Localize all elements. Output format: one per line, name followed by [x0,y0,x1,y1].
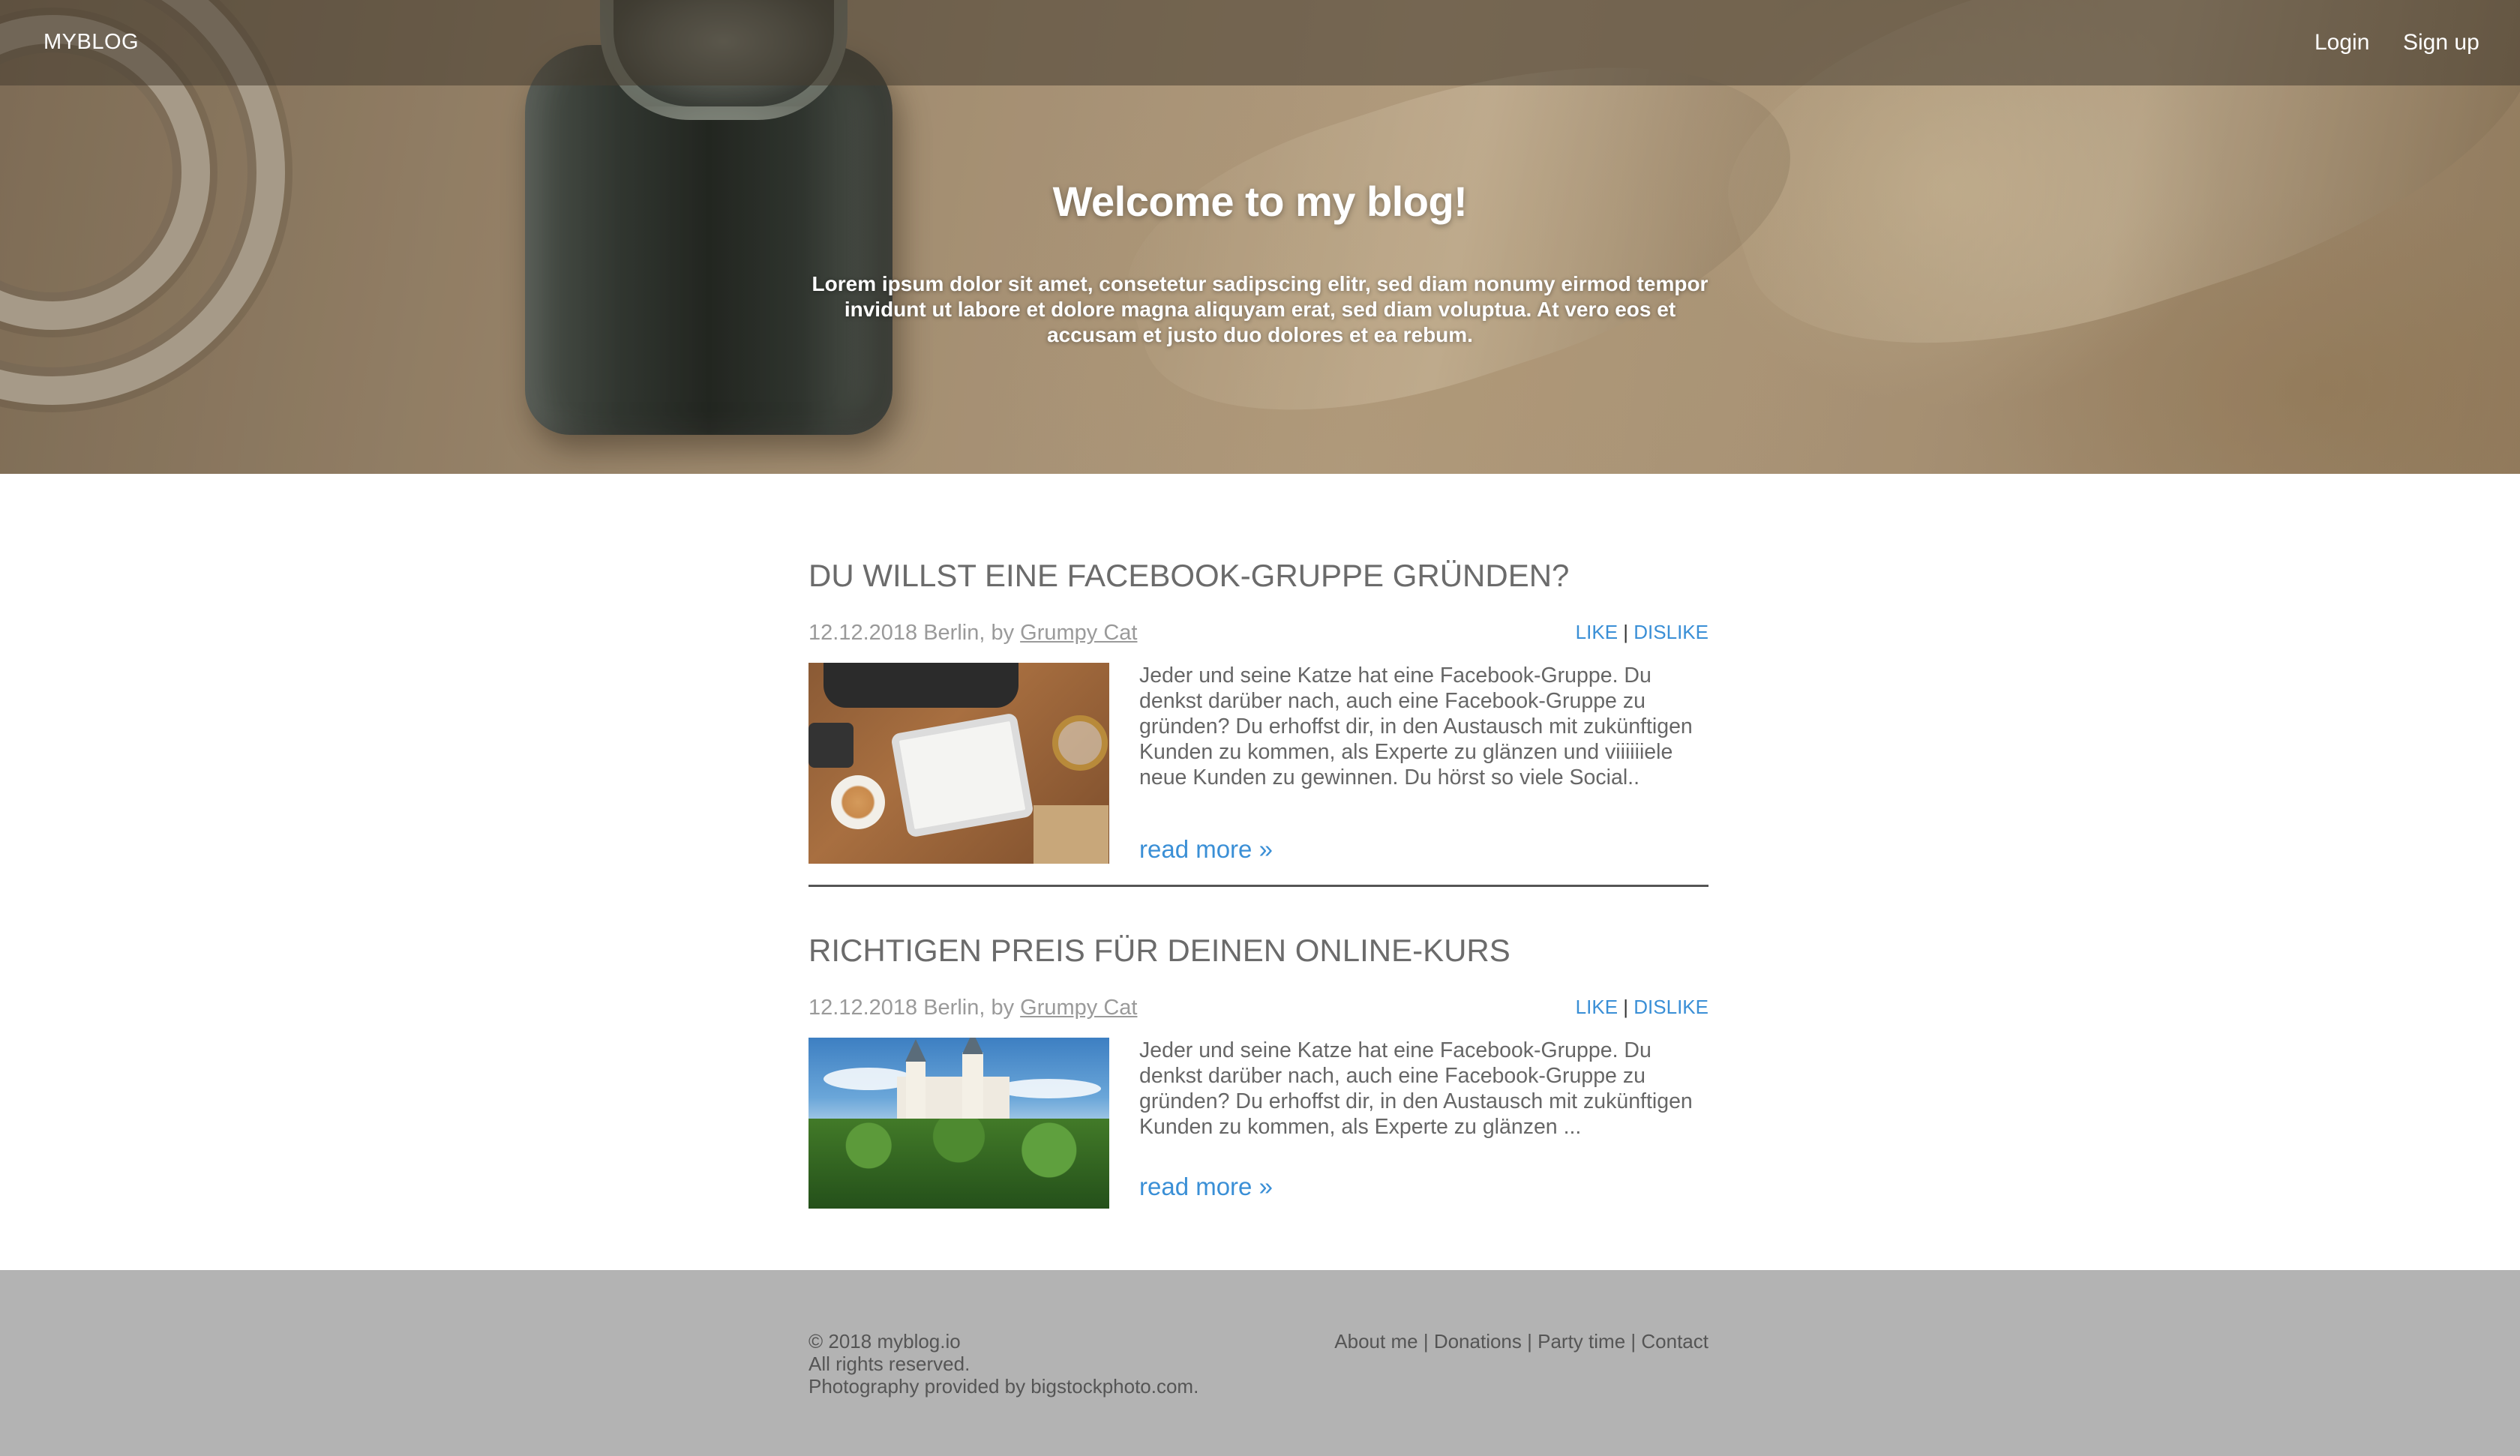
vote-links: LIKE | DISLIKE [1576,996,1708,1019]
footer-rights: All rights reserved. [808,1353,970,1375]
brand-logo[interactable]: MYBLOG [44,30,139,55]
read-more-link[interactable]: read more » [1139,835,1273,864]
like-link[interactable]: LIKE [1576,621,1618,643]
read-more-link[interactable]: read more » [1139,1173,1273,1201]
hero-intro-text: Lorem ipsum dolor sit amet, consetetur s… [812,272,1708,346]
camera-shape [808,723,854,768]
footer-link-about[interactable]: About me [1334,1330,1418,1353]
footer-separator: | [1527,1330,1532,1353]
post-thumbnail-desk[interactable] [808,663,1109,864]
castle-tower-shape [962,1053,983,1128]
footer-photo-credit: Photography provided by bigstockphoto.co… [808,1375,1199,1398]
coffee-cup-shape [831,775,885,829]
post-date-location: 12.12.2018 Berlin, by [808,621,1021,645]
tablet-shape [890,712,1034,838]
post-thumbnail-castle[interactable] [808,1038,1109,1209]
magnifier-shape [1052,715,1108,771]
cloud-shape [996,1079,1101,1098]
footer-link-party-time[interactable]: Party time [1538,1330,1625,1353]
post-divider [808,885,1708,887]
post-title[interactable]: DU WILLST EINE FACEBOOK-GRUPPE GRÜNDEN? [808,558,1569,594]
post-date-location: 12.12.2018 Berlin, by [808,996,1021,1020]
desk-photo [808,663,1109,864]
vote-separator: | [1623,621,1629,643]
navbar: MYBLOG Login Sign up [0,0,2520,85]
vote-links: LIKE | DISLIKE [1576,621,1708,644]
post-author-link[interactable]: Grumpy Cat [1020,621,1137,645]
footer-link-contact[interactable]: Contact [1641,1330,1708,1353]
post-meta: 12.12.2018 Berlin, by Grumpy Cat [808,996,1137,1020]
typewriter-shape [824,663,1018,708]
dislike-link[interactable]: DISLIKE [1634,996,1708,1018]
login-link[interactable]: Login [2314,30,2369,55]
footer-info: © 2018 myblog.io All rights reserved. Ph… [808,1330,1198,1398]
post-author-link[interactable]: Grumpy Cat [1020,996,1137,1020]
castle-photo [808,1038,1109,1209]
vote-separator: | [1623,996,1629,1018]
dislike-link[interactable]: DISLIKE [1634,621,1708,643]
footer-link-donations[interactable]: Donations [1434,1330,1522,1353]
post-title[interactable]: RICHTIGEN PREIS FÜR DEINEN ONLINE-KURS [808,933,1510,969]
hero-banner: MYBLOG Login Sign up Welcome to my blog!… [0,0,2520,474]
castle-roof-shape [962,1038,983,1054]
post-excerpt: Jeder und seine Katze hat eine Facebook-… [1139,664,1693,789]
hero-title: Welcome to my blog! [1052,178,1468,225]
footer-separator: | [1423,1330,1429,1353]
footer-copyright: © 2018 myblog.io [808,1330,961,1353]
castle-roof-shape [905,1039,926,1062]
footer-separator: | [1630,1330,1636,1353]
footer: © 2018 myblog.io All rights reserved. Ph… [0,1270,2520,1456]
post-meta: 12.12.2018 Berlin, by Grumpy Cat [808,621,1137,646]
footer-links: About me | Donations | Party time | Cont… [1334,1330,1708,1353]
signup-link[interactable]: Sign up [2403,30,2480,55]
post-excerpt: Jeder und seine Katze hat eine Facebook-… [1139,1038,1693,1139]
forest-shape [808,1119,1109,1209]
castle-tower-shape [906,1060,926,1128]
notebook-shape [1034,805,1108,864]
like-link[interactable]: LIKE [1576,996,1618,1018]
